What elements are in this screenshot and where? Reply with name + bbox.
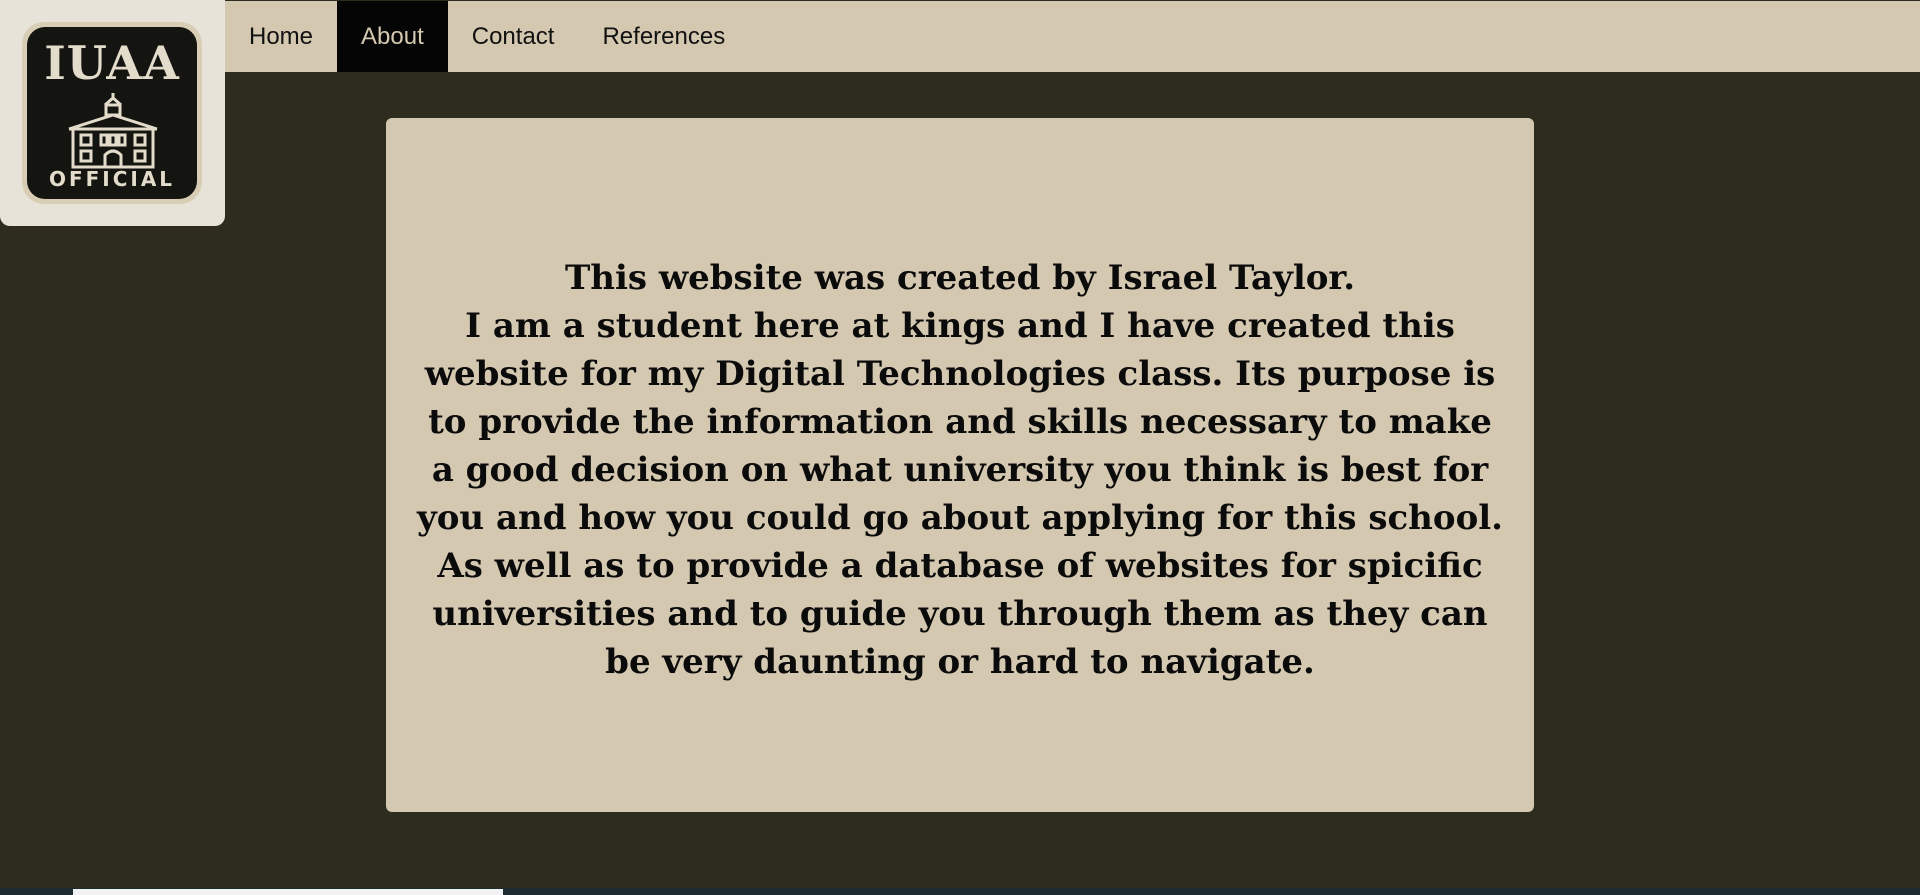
nav-about[interactable]: About (337, 1, 448, 72)
nav-contact[interactable]: Contact (448, 1, 579, 72)
site-logo[interactable]: IUAA OFFICIAL (0, 0, 225, 226)
logo-inner: IUAA OFFICIAL (27, 27, 197, 199)
horizontal-scrollbar[interactable] (73, 889, 503, 895)
school-building-icon (68, 93, 158, 169)
about-heading: This website was created by Israel Taylo… (564, 258, 1356, 298)
nav-home[interactable]: Home (225, 1, 337, 72)
page: IUAA OFFICIAL Home About Contact Referen… (0, 0, 1920, 895)
logo-subtitle: OFFICIAL (48, 167, 176, 191)
about-card: This website was created by Israel Taylo… (386, 118, 1534, 812)
nav-references[interactable]: References (578, 1, 749, 72)
logo-title: IUAA (44, 36, 180, 90)
main-nav: Home About Contact References (225, 1, 1920, 72)
about-text: This website was created by Israel Taylo… (414, 254, 1506, 686)
logo-badge: IUAA OFFICIAL (22, 22, 202, 204)
about-body: I am a student here at kings and I have … (416, 306, 1504, 682)
